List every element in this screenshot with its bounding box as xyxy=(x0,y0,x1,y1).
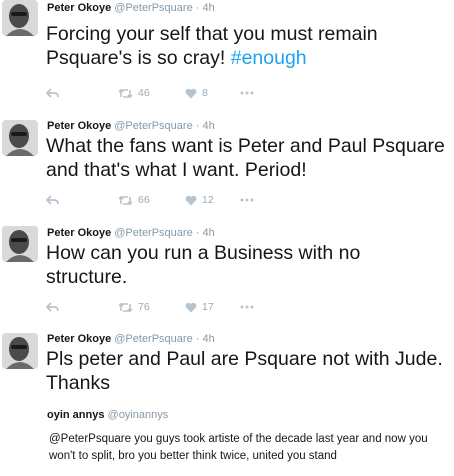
like-count: 8 xyxy=(202,87,208,99)
tweet-body: Forcing your self that you must remain P… xyxy=(46,23,378,69)
retweet-button[interactable]: 66 xyxy=(118,193,150,207)
reply-icon xyxy=(46,87,59,98)
tweet-text: Pls peter and Paul are Psquare not with … xyxy=(46,347,446,395)
avatar-image xyxy=(2,120,38,156)
avatar[interactable] xyxy=(2,226,38,262)
avatar[interactable] xyxy=(2,333,38,369)
more-button[interactable] xyxy=(240,86,254,100)
reply-icon xyxy=(46,194,59,205)
avatar-image xyxy=(2,0,38,36)
hashtag-link[interactable]: #enough xyxy=(231,47,307,69)
user-handle[interactable]: @PeterPsquare xyxy=(114,2,192,14)
like-count: 17 xyxy=(202,301,214,313)
retweet-button[interactable]: 46 xyxy=(118,86,150,100)
separator-dot: · xyxy=(195,227,200,239)
user-handle[interactable]: @PeterPsquare xyxy=(114,227,192,239)
avatar-image xyxy=(2,333,38,369)
tweet-text: Forcing your self that you must remain P… xyxy=(46,22,446,70)
heart-icon xyxy=(185,195,197,205)
retweet-count: 66 xyxy=(138,194,150,206)
user-name[interactable]: Peter Okoye xyxy=(47,120,111,132)
tweet-body: What the fans want is Peter and Paul Psq… xyxy=(46,135,445,181)
heart-icon xyxy=(185,88,197,98)
retweet-icon xyxy=(118,195,133,205)
heart-icon xyxy=(185,302,197,312)
quoted-user-handle[interactable]: @oyinannys xyxy=(108,409,169,421)
like-button[interactable]: 17 xyxy=(185,300,214,314)
tweet-header: Peter Okoye @PeterPsquare · 4h xyxy=(47,227,215,239)
tweet-text: What the fans want is Peter and Paul Psq… xyxy=(46,134,446,182)
user-name[interactable]: Peter Okoye xyxy=(47,2,111,14)
tweet-body: How can you run a Business with no struc… xyxy=(46,242,361,288)
like-button[interactable]: 12 xyxy=(185,193,214,207)
retweet-button[interactable]: 76 xyxy=(118,300,150,314)
separator-dot: · xyxy=(195,2,200,14)
more-icon xyxy=(240,305,254,309)
reply-button[interactable] xyxy=(46,86,59,100)
more-button[interactable] xyxy=(240,193,254,207)
reply-icon xyxy=(46,301,59,312)
like-button[interactable]: 8 xyxy=(185,86,208,100)
tweet-time[interactable]: 4h xyxy=(203,227,215,239)
tweet-header: Peter Okoye @PeterPsquare · 4h xyxy=(47,333,215,345)
user-name[interactable]: Peter Okoye xyxy=(47,227,111,239)
quoted-text: @PeterPsquare you guys took artiste of t… xyxy=(49,433,428,462)
user-handle[interactable]: @PeterPsquare xyxy=(114,120,192,132)
tweet-time[interactable]: 4h xyxy=(203,2,215,14)
retweet-icon xyxy=(118,88,133,98)
like-count: 12 xyxy=(202,194,214,206)
avatar-image xyxy=(2,226,38,262)
more-icon xyxy=(240,91,254,95)
tweet-header: Peter Okoye @PeterPsquare · 4h xyxy=(47,120,215,132)
reply-button[interactable] xyxy=(46,193,59,207)
quoted-tweet[interactable]: oyin annys @oyinannys @PeterPsquare you … xyxy=(47,409,447,462)
retweet-count: 46 xyxy=(138,87,150,99)
more-button[interactable] xyxy=(240,300,254,314)
tweet-time[interactable]: 4h xyxy=(203,333,215,345)
more-icon xyxy=(240,198,254,202)
avatar[interactable] xyxy=(2,0,38,36)
tweet-body: Pls peter and Paul are Psquare not with … xyxy=(46,348,443,394)
retweet-count: 76 xyxy=(138,301,150,313)
user-name[interactable]: Peter Okoye xyxy=(47,333,111,345)
tweet-text: How can you run a Business with no struc… xyxy=(46,241,446,289)
reply-button[interactable] xyxy=(46,300,59,314)
user-handle[interactable]: @PeterPsquare xyxy=(114,333,192,345)
tweet-time[interactable]: 4h xyxy=(203,120,215,132)
separator-dot: · xyxy=(195,120,200,132)
quoted-user-name[interactable]: oyin annys xyxy=(47,409,104,421)
avatar[interactable] xyxy=(2,120,38,156)
separator-dot: · xyxy=(195,333,200,345)
retweet-icon xyxy=(118,302,133,312)
tweet-header: Peter Okoye @PeterPsquare · 4h xyxy=(47,2,215,14)
